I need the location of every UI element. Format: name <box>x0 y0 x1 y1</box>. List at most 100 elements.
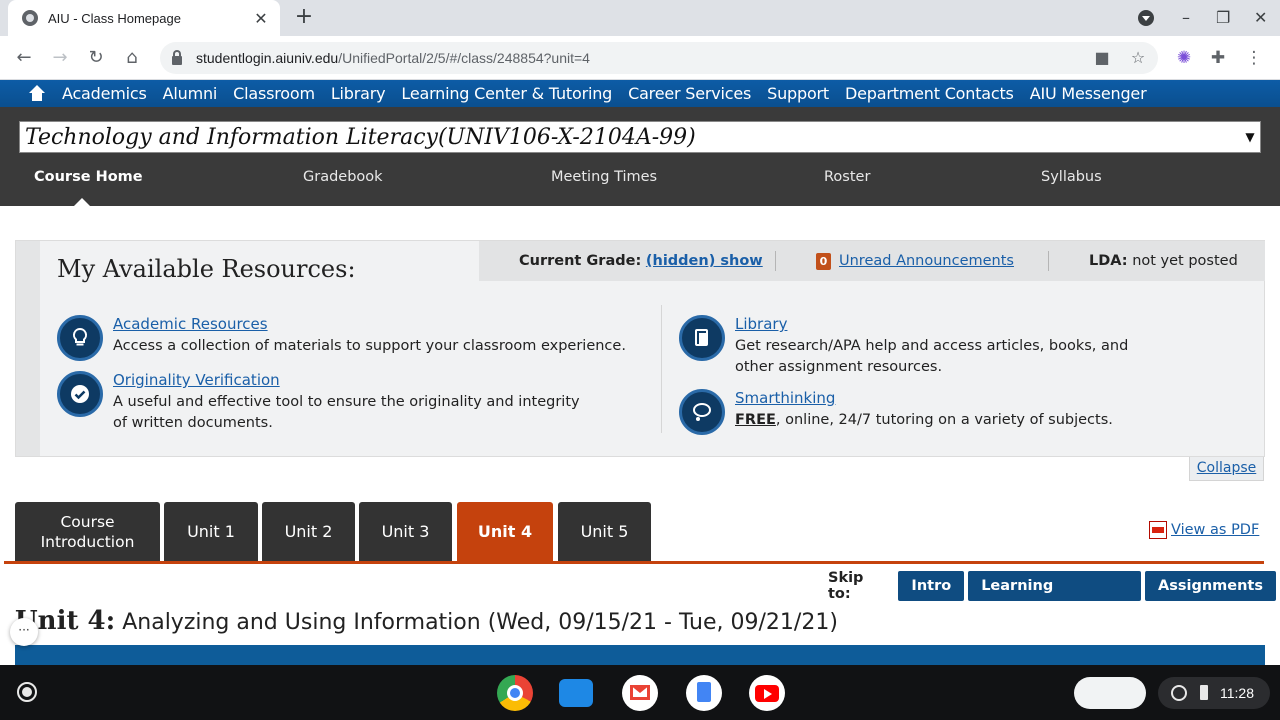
tab-unit-5[interactable]: Unit 5 <box>558 502 651 562</box>
skip-to-bar: Skip to: Intro Learning Activities Assig… <box>828 570 1280 624</box>
tab-syllabus[interactable]: Syllabus <box>1041 165 1102 206</box>
url-host: studentlogin.aiuniv.edu <box>196 50 339 66</box>
smarthinking-desc: FREE, online, 24/7 tutoring on a variety… <box>735 410 1235 431</box>
docs-app-icon[interactable] <box>686 675 722 711</box>
close-window-icon[interactable]: ✕ <box>1254 8 1267 27</box>
tab-meeting-times[interactable]: Meeting Times <box>551 165 657 206</box>
grade-show-link[interactable]: (hidden) show <box>646 253 763 269</box>
collapse-button[interactable]: Collapse <box>1189 457 1264 481</box>
unit-tabs-underline <box>4 561 1264 564</box>
announcements-link[interactable]: Unread Announcements <box>839 253 1014 269</box>
reload-icon[interactable]: ↻ <box>84 46 108 70</box>
book-icon[interactable] <box>679 315 725 361</box>
skip-intro-button[interactable]: Intro <box>898 571 965 601</box>
tab-unit-1[interactable]: Unit 1 <box>164 502 258 562</box>
grade-label: Current Grade: <box>519 253 642 269</box>
academic-resources-link[interactable]: Academic Resources <box>113 315 268 333</box>
home-button-icon[interactable]: ⌂ <box>120 46 144 70</box>
bookmark-star-icon[interactable]: ☆ <box>1128 48 1148 68</box>
smarthinking-desc-text: , online, 24/7 tutoring on a variety of … <box>775 412 1113 428</box>
course-title: Technology and Information Literacy(UNIV… <box>25 124 696 150</box>
skip-assignments-button[interactable]: Assignments <box>1145 571 1276 601</box>
course-header: Technology and Information Literacy(UNIV… <box>0 107 1280 206</box>
tab-roster[interactable]: Roster <box>824 165 870 206</box>
globe-icon <box>22 10 38 26</box>
nav-academics[interactable]: Academics <box>62 84 147 103</box>
tab-course-introduction[interactable]: Course Introduction <box>15 502 160 562</box>
column-divider <box>661 305 662 433</box>
nav-alumni[interactable]: Alumni <box>163 84 218 103</box>
resources-title: My Available Resources: <box>57 255 356 283</box>
back-icon[interactable]: ← <box>12 46 36 70</box>
site-nav: Academics Alumni Classroom Library Learn… <box>0 80 1280 107</box>
close-tab-icon[interactable]: ✕ <box>252 9 270 28</box>
smarthinking-link[interactable]: Smarthinking <box>735 389 835 407</box>
announcement-count-badge: 0 <box>816 253 831 270</box>
browser-toolbar: ← → ↻ ⌂ studentlogin.aiuniv.edu/UnifiedP… <box>0 36 1280 80</box>
intro-section-band <box>15 645 1265 665</box>
nav-learning-center[interactable]: Learning Center & Tutoring <box>401 84 612 103</box>
minimize-icon[interactable]: – <box>1182 8 1190 27</box>
maximize-icon[interactable]: ❐ <box>1216 8 1230 27</box>
new-tab-button[interactable]: + <box>292 6 316 30</box>
tab-title: AIU - Class Homepage <box>48 10 181 26</box>
announcements: 0 Unread Announcements <box>816 253 1014 270</box>
holding-space-icon[interactable] <box>1074 677 1146 709</box>
view-as-pdf[interactable]: View as PDF <box>1149 521 1259 539</box>
tab-unit-3[interactable]: Unit 3 <box>359 502 452 562</box>
nav-classroom[interactable]: Classroom <box>233 84 315 103</box>
battery-icon <box>1200 685 1208 700</box>
nav-aiu-messenger[interactable]: AIU Messenger <box>1030 84 1147 103</box>
camera-icon[interactable]: ■ <box>1092 48 1112 68</box>
free-label: FREE <box>735 412 776 428</box>
unit-heading: Unit 4: Analyzing and Using Information … <box>15 606 838 636</box>
tab-search-icon[interactable] <box>1138 10 1154 26</box>
lda: LDA: not yet posted <box>1089 253 1238 269</box>
menu-dots-icon[interactable]: ⋮ <box>1242 46 1266 70</box>
nav-career-services[interactable]: Career Services <box>628 84 751 103</box>
tab-gradebook[interactable]: Gradebook <box>303 165 383 206</box>
lightbulb-icon[interactable] <box>57 315 103 361</box>
pdf-icon <box>1149 521 1167 539</box>
active-tab-pointer <box>74 198 90 206</box>
lock-icon[interactable] <box>172 49 182 65</box>
skip-learning-activities-button[interactable]: Learning Activities <box>968 571 1142 624</box>
launcher-icon[interactable] <box>17 682 37 702</box>
skip-to-label: Skip to: <box>828 570 864 602</box>
browser-tabstrip: AIU - Class Homepage ✕ + – ❐ ✕ <box>0 0 1280 36</box>
course-select[interactable]: Technology and Information Literacy(UNIV… <box>19 121 1261 153</box>
originality-verification-desc: A useful and effective tool to ensure th… <box>113 394 580 431</box>
gmail-app-icon[interactable] <box>622 675 658 711</box>
youtube-app-icon[interactable] <box>749 675 785 711</box>
library-desc: Get research/APA help and access article… <box>735 338 1129 375</box>
lda-label: LDA: <box>1089 253 1128 269</box>
tab-unit-4[interactable]: Unit 4 <box>457 502 553 562</box>
home-icon[interactable] <box>28 84 46 103</box>
puzzle-icon[interactable]: ✚ <box>1206 46 1230 70</box>
divider <box>775 251 776 271</box>
more-options-icon[interactable]: ··· <box>10 618 38 646</box>
divider <box>1048 251 1049 271</box>
files-app-icon[interactable] <box>559 679 593 707</box>
resources-panel: My Available Resources: Current Grade: (… <box>15 240 1265 457</box>
url-path: /UnifiedPortal/2/5/#/class/248854?unit=4 <box>338 50 590 66</box>
nav-support[interactable]: Support <box>767 84 829 103</box>
browser-tab[interactable]: AIU - Class Homepage ✕ <box>8 0 280 36</box>
checkmark-icon[interactable] <box>57 371 103 417</box>
forward-icon[interactable]: → <box>48 46 72 70</box>
nav-department-contacts[interactable]: Department Contacts <box>845 84 1014 103</box>
tab-unit-2[interactable]: Unit 2 <box>262 502 355 562</box>
status-bar: Current Grade: (hidden) show 0 Unread Ann… <box>479 241 1265 281</box>
extension-icon[interactable]: ✺ <box>1172 46 1196 70</box>
address-bar[interactable]: studentlogin.aiuniv.edu/UnifiedPortal/2/… <box>160 42 1158 74</box>
nav-library[interactable]: Library <box>331 84 386 103</box>
course-tabs: Course Home Gradebook Meeting Times Rost… <box>0 165 1280 206</box>
view-as-pdf-link[interactable]: View as PDF <box>1171 522 1259 538</box>
chrome-app-icon[interactable] <box>497 675 533 711</box>
library-link[interactable]: Library <box>735 315 787 333</box>
originality-verification-link[interactable]: Originality Verification <box>113 371 280 389</box>
current-grade: Current Grade: (hidden) show <box>519 253 763 269</box>
chat-bubble-icon[interactable] <box>679 389 725 435</box>
do-not-disturb-icon <box>1171 685 1187 701</box>
clock: 11:28 <box>1220 685 1254 701</box>
